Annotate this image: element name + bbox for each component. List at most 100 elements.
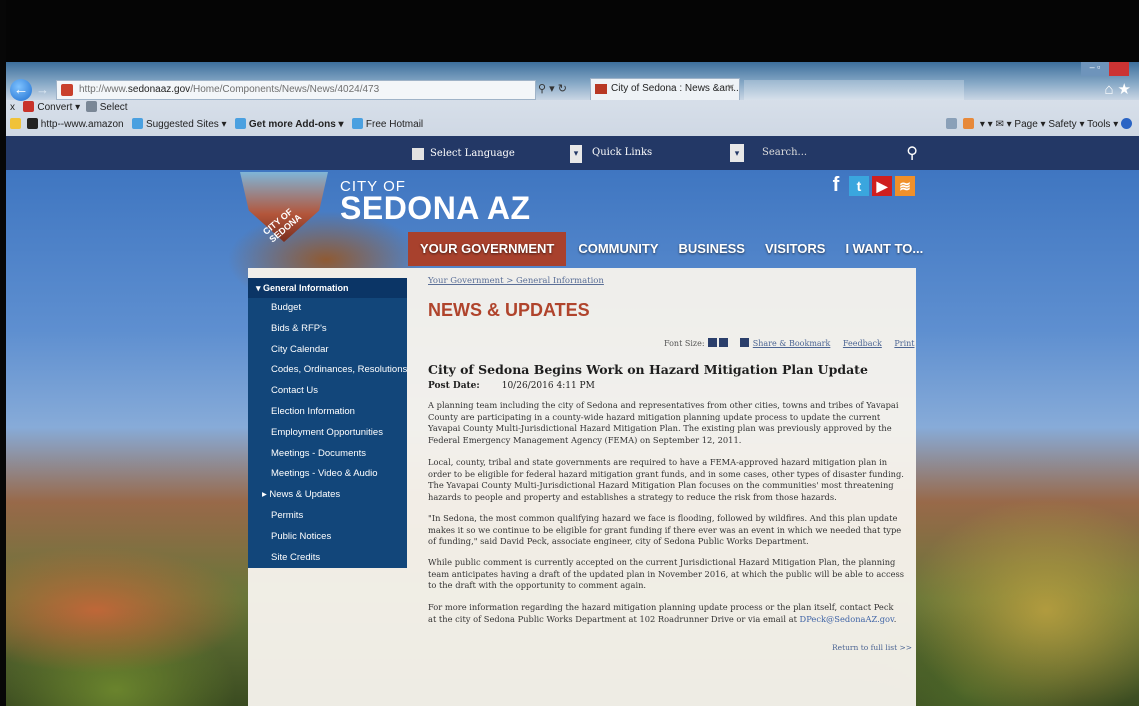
sidebar-item-codes[interactable]: Codes, Ordinances, Resolutions <box>248 360 407 381</box>
site-favicon <box>61 84 73 96</box>
article-paragraph: "In Sedona, the most common qualifying h… <box>428 513 902 547</box>
close-tab-icon[interactable]: ✕ <box>727 79 735 99</box>
sidebar-item-contact-us[interactable]: Contact Us <box>248 381 407 402</box>
breadcrumb[interactable]: Your Government > General Information <box>428 276 604 286</box>
sidebar-item-meetings-video[interactable]: Meetings - Video & Audio <box>248 464 407 485</box>
home-icon[interactable] <box>946 118 958 129</box>
sidebar-item-city-calendar[interactable]: City Calendar <box>248 340 407 361</box>
feeds-icon[interactable] <box>963 118 975 129</box>
favorite-get-addons[interactable]: Get more Add-ons ▾ <box>249 119 344 130</box>
title-bar: ← → http://www.sedonaaz.gov/Home/Compone… <box>6 62 1139 101</box>
font-size-label: Font Size: <box>664 339 705 348</box>
monitor-bezel <box>0 0 1139 62</box>
command-toolbar-right[interactable]: ▾ ▾ ✉ ▾ Page ▾ Safety ▾ Tools ▾ <box>946 118 1135 130</box>
site-utility-bar: Select Language ▾ Quick Links ▾ Search..… <box>6 136 1139 170</box>
post-date: Post Date: 10/26/2016 4:11 PM <box>428 381 595 391</box>
select-icon <box>85 101 97 112</box>
chevron-down-icon[interactable]: ▾ <box>570 145 582 163</box>
address-host: sedonaaz.gov <box>127 84 191 95</box>
ie-icon <box>131 118 143 129</box>
facebook-icon[interactable]: f <box>826 175 846 195</box>
quick-links-dropdown[interactable]: Quick Links ▾ <box>588 143 748 163</box>
search-placeholder: Search... <box>762 147 808 158</box>
article-paragraph: While public comment is currently accept… <box>428 557 905 591</box>
main-navigation: YOUR GOVERNMENT COMMUNITY BUSINESS VISITORS… <box>408 232 935 266</box>
search-icon[interactable]: ⚲ <box>906 142 918 164</box>
font-increase-icon[interactable] <box>708 338 718 347</box>
close-toolbar-icon[interactable]: x <box>10 102 15 113</box>
ie-icon <box>351 118 363 129</box>
search-input[interactable]: Search... ⚲ <box>756 142 922 164</box>
article-paragraph: A planning team including the city of Se… <box>428 400 899 445</box>
browser-chrome: ← → http://www.sedonaaz.gov/Home/Compone… <box>6 62 1139 136</box>
page-safety-tools-menu[interactable]: ▾ ▾ ✉ ▾ Page ▾ Safety ▾ Tools ▾ <box>980 119 1118 130</box>
social-links: f t ▶ ≋ <box>826 175 918 196</box>
favorite-amazon[interactable]: http--www.amazon <box>41 119 124 130</box>
minimize-restore-icon[interactable]: – ▫ <box>1081 62 1109 76</box>
sidebar-item-employment[interactable]: Employment Opportunities <box>248 423 407 444</box>
command-bar: x Convert ▾ Select <box>10 101 128 113</box>
tab-favicon <box>595 84 607 94</box>
return-to-list-link[interactable]: Return to full list >> <box>832 643 912 652</box>
sidebar-header[interactable]: ▾ General Information <box>248 278 407 298</box>
article-title: City of Sedona Begins Work on Hazard Mit… <box>428 362 868 377</box>
share-icon <box>740 338 750 347</box>
sidebar-item-permits[interactable]: Permits <box>248 506 407 527</box>
nav-i-want-to[interactable]: I WANT TO... <box>837 232 931 266</box>
back-button[interactable]: ← <box>10 79 32 101</box>
article-paragraph: Local, county, tribal and state governme… <box>428 457 904 502</box>
article-tools: Font Size: Share & Bookmark Feedback Pri… <box>664 338 925 348</box>
nav-your-government[interactable]: YOUR GOVERNMENT <box>408 232 567 266</box>
favorites-bar: http--www.amazon Suggested Sites ▾ Get m… <box>10 118 1135 130</box>
share-bookmark-link[interactable]: Share & Bookmark <box>753 339 831 348</box>
post-date-value: 10/26/2016 4:11 PM <box>501 381 595 391</box>
print-link[interactable]: Print <box>894 339 914 348</box>
help-icon[interactable] <box>1121 118 1132 129</box>
forward-button[interactable]: → <box>36 82 49 97</box>
language-selector[interactable]: Select Language ▾ <box>412 145 582 163</box>
sidebar-item-public-notices[interactable]: Public Notices <box>248 527 407 548</box>
convert-icon <box>23 101 35 112</box>
sidebar-item-bids[interactable]: Bids & RFP's <box>248 319 407 340</box>
quick-links-label: Quick Links <box>592 147 653 158</box>
sidebar-item-budget[interactable]: Budget <box>248 298 407 319</box>
new-tab-area[interactable] <box>744 80 964 100</box>
favorites-star-icon[interactable] <box>10 118 21 129</box>
favorite-free-hotmail[interactable]: Free Hotmail <box>366 119 423 130</box>
nav-community[interactable]: COMMUNITY <box>570 232 666 266</box>
logo-sedona-az[interactable]: SEDONA AZ <box>340 190 531 227</box>
ie-icon <box>234 118 246 129</box>
tab-title: City of Sedona : News &am... <box>611 83 740 94</box>
sidebar-item-site-credits[interactable]: Site Credits <box>248 548 407 569</box>
twitter-icon[interactable]: t <box>849 176 869 196</box>
address-bar[interactable]: http://www.sedonaaz.gov/Home/Components/… <box>56 80 536 100</box>
favorite-suggested-sites[interactable]: Suggested Sites ▾ <box>146 119 227 130</box>
amazon-icon <box>26 118 38 129</box>
font-decrease-icon[interactable] <box>719 338 729 347</box>
convert-dropdown-icon[interactable]: ▾ <box>75 102 80 113</box>
sidebar-nav: ▾ General Information Budget Bids & RFP'… <box>248 278 407 568</box>
tab-city-of-sedona[interactable]: City of Sedona : News &am... ✕ <box>590 78 740 100</box>
select-button[interactable]: Select <box>100 102 128 113</box>
window-buttons[interactable]: – ▫ <box>1081 62 1129 76</box>
sidebar-item-election[interactable]: Election Information <box>248 402 407 423</box>
sidebar-item-news-updates[interactable]: ▸ News & Updates <box>248 485 407 506</box>
language-label: Select Language <box>430 148 515 159</box>
youtube-icon[interactable]: ▶ <box>872 176 892 196</box>
post-date-label: Post Date: <box>428 381 480 391</box>
article-paragraph-contact: For more information regarding the hazar… <box>428 602 904 625</box>
chevron-down-icon[interactable]: ▾ <box>730 144 744 162</box>
address-path: /Home/Components/News/News/4024/473 <box>190 84 380 95</box>
email-link[interactable]: DPeck@SedonaAZ.gov <box>800 614 894 624</box>
nav-visitors[interactable]: VISITORS <box>757 232 833 266</box>
nav-business[interactable]: BUSINESS <box>671 232 753 266</box>
feedback-link[interactable]: Feedback <box>843 339 882 348</box>
google-translate-icon <box>412 148 424 160</box>
address-prefix: http://www. <box>79 84 128 95</box>
convert-button[interactable]: Convert <box>37 102 72 113</box>
rss-icon[interactable]: ≋ <box>895 176 915 196</box>
page-title: NEWS & UPDATES <box>428 300 590 320</box>
sidebar-item-meetings-documents[interactable]: Meetings - Documents <box>248 444 407 465</box>
home-favorites-icons[interactable]: ⌂★ <box>1104 80 1135 98</box>
search-refresh-icons[interactable]: ⚲ ▾ ↻ <box>538 82 567 95</box>
